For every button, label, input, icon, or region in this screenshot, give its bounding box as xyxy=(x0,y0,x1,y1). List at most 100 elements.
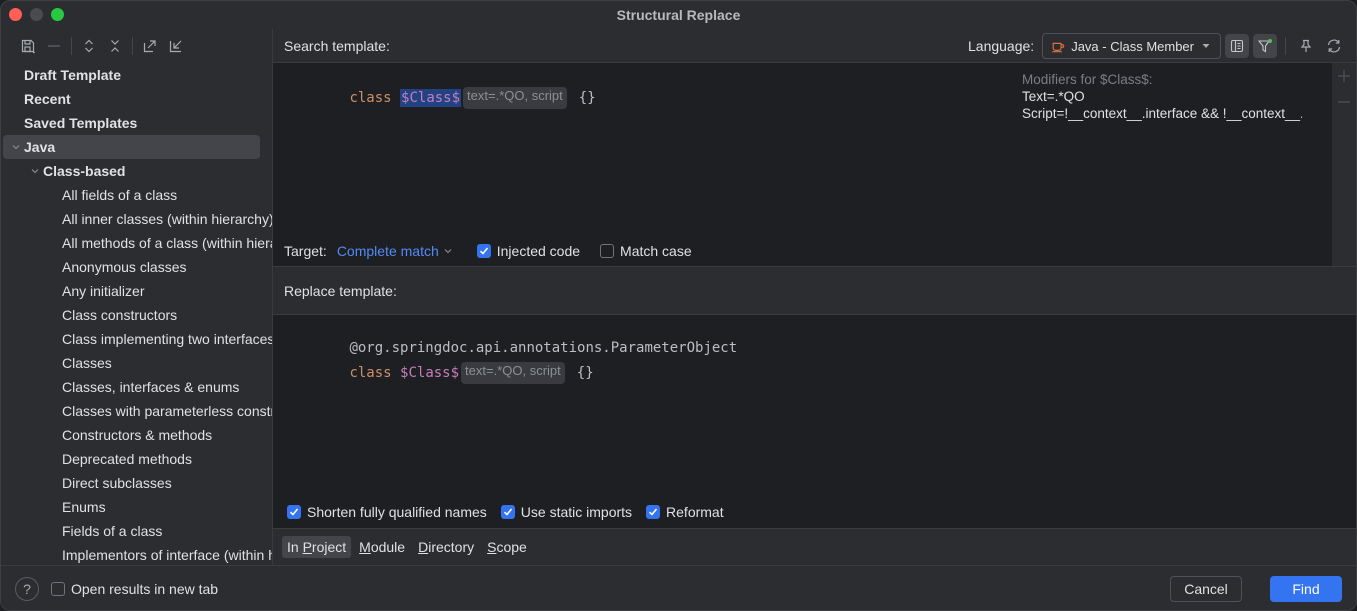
tree-item[interactable]: Deprecated methods xyxy=(1,447,272,471)
tree-item-label: Draft Template xyxy=(24,67,121,83)
refresh-icon[interactable] xyxy=(1322,34,1346,58)
tree-item[interactable]: All fields of a class xyxy=(1,183,272,207)
tree-item-label: Recent xyxy=(24,91,71,107)
tree-item-label: Java xyxy=(24,139,56,155)
scope-tab-text: In xyxy=(287,539,303,555)
close-window-button[interactable] xyxy=(9,8,22,21)
checkbox-unchecked-icon[interactable] xyxy=(600,243,615,258)
toggle-filter-panel-icon[interactable] xyxy=(1225,34,1249,58)
match-case-checkbox[interactable]: Match case xyxy=(600,243,692,259)
modifiers-panel: Modifiers for $Class$: Text=.*QO Script=… xyxy=(1022,71,1302,122)
remove-modifier-icon[interactable] xyxy=(1337,95,1351,109)
tree-item[interactable]: Implementors of interface (within hierar… xyxy=(1,543,272,565)
tree-item-label: All methods of a class (within hierarchy… xyxy=(62,235,272,251)
maximize-window-button[interactable] xyxy=(51,8,64,21)
toolbar-separator xyxy=(132,37,133,55)
search-template-header: Search template: Language: Java - Class … xyxy=(273,29,1356,63)
import-icon[interactable] xyxy=(163,33,189,59)
code-variable[interactable]: $Class$ xyxy=(400,89,462,107)
collapse-all-icon[interactable] xyxy=(102,33,128,59)
tree-item[interactable]: Anonymous classes xyxy=(1,255,272,279)
minimize-window-button[interactable] xyxy=(30,8,43,21)
replace-template-header: Replace template: xyxy=(273,266,1356,315)
help-button[interactable]: ? xyxy=(15,577,39,601)
tree-item[interactable]: Enums xyxy=(1,495,272,519)
tree-item[interactable]: Classes xyxy=(1,351,272,375)
pin-icon[interactable] xyxy=(1294,34,1318,58)
checkbox-checked-icon[interactable] xyxy=(500,504,515,519)
variable-filter-hint[interactable]: text=.*QO, script xyxy=(461,362,565,384)
reformat-checkbox[interactable]: Reformat xyxy=(646,504,724,520)
static-imports-label: Use static imports xyxy=(520,503,633,520)
expand-all-icon[interactable] xyxy=(76,33,102,59)
export-icon[interactable] xyxy=(137,33,163,59)
checkbox-checked-icon[interactable] xyxy=(287,504,301,519)
remove-icon[interactable] xyxy=(41,33,67,59)
scope-tab[interactable]: Directory xyxy=(413,536,479,558)
dropdown-arrow-icon xyxy=(1202,44,1210,48)
code-keyword: class xyxy=(349,90,392,106)
tree-item[interactable]: Direct subclasses xyxy=(1,471,272,495)
tree-item[interactable]: All methods of a class (within hierarchy… xyxy=(1,231,272,255)
target-select[interactable]: Complete match xyxy=(337,243,453,259)
tree-item-label: Enums xyxy=(62,499,106,515)
variable-filter-hint[interactable]: text=.*QO, script xyxy=(463,87,567,109)
tree-item[interactable]: Any initializer xyxy=(1,279,272,303)
checkbox-unchecked-icon[interactable] xyxy=(51,582,65,596)
scope-tab[interactable]: Scope xyxy=(482,536,532,558)
tree-item[interactable]: Class-based xyxy=(1,159,272,183)
replace-template-label: Replace template: xyxy=(284,282,397,299)
tree-item[interactable]: Draft Template xyxy=(1,63,272,87)
tree-item-label: Deprecated methods xyxy=(62,451,192,467)
scope-tab[interactable]: In Project xyxy=(282,536,352,558)
tree-item-label: Constructors & methods xyxy=(62,427,213,443)
code-variable[interactable]: $Class$ xyxy=(400,365,459,381)
scope-tab-text: odule xyxy=(370,539,406,555)
language-value: Java - Class Member xyxy=(1071,38,1194,54)
window-controls xyxy=(9,8,64,21)
tree-item[interactable]: All inner classes (within hierarchy) xyxy=(1,207,272,231)
tree-item-label: Implementors of interface (within hierar… xyxy=(62,547,272,563)
save-icon[interactable] xyxy=(15,33,41,59)
tree-item-label: All inner classes (within hierarchy) xyxy=(62,211,272,227)
add-modifier-icon[interactable] xyxy=(1337,69,1351,83)
tree-item[interactable]: Constructors & methods xyxy=(1,423,272,447)
chevron-down-icon[interactable] xyxy=(9,142,23,152)
injected-code-checkbox[interactable]: Injected code xyxy=(476,243,580,259)
replace-code-line-2: class $Class$ text=.*QO, script {} xyxy=(282,346,594,400)
find-button[interactable]: Find xyxy=(1270,576,1342,602)
templates-tree: Draft Template Recent Saved Templates Java C… xyxy=(1,63,272,565)
scope-tab[interactable]: Module xyxy=(354,536,410,558)
search-template-label: Search template: xyxy=(284,37,390,54)
window-title: Structural Replace xyxy=(616,7,741,23)
modifier-script[interactable]: Script=!__context__.interface && !__cont… xyxy=(1022,105,1302,122)
checkbox-checked-icon[interactable] xyxy=(476,243,491,258)
filter-icon[interactable] xyxy=(1253,34,1277,58)
dialog-footer: ? Open results in new tab Cancel Find xyxy=(1,565,1356,610)
modifier-text[interactable]: Text=.*QO xyxy=(1022,88,1302,105)
structural-replace-dialog: Structural Replace Draft Template Recent… xyxy=(0,0,1357,611)
shorten-names-checkbox[interactable]: Shorten fully qualified names xyxy=(287,504,487,520)
tree-item[interactable]: Classes, interfaces & enums xyxy=(1,375,272,399)
tree-item[interactable]: Java xyxy=(1,135,272,159)
tree-item[interactable]: Recent xyxy=(1,87,272,111)
chevron-down-icon[interactable] xyxy=(28,166,42,176)
checkbox-checked-icon[interactable] xyxy=(646,504,661,519)
tree-item[interactable]: Saved Templates xyxy=(1,111,272,135)
language-controls: Language: Java - Class Member xyxy=(968,33,1346,59)
cancel-button[interactable]: Cancel xyxy=(1170,576,1242,602)
open-new-tab-checkbox[interactable]: Open results in new tab xyxy=(51,581,218,597)
replace-template-editor[interactable]: @org.springdoc.api.annotations.Parameter… xyxy=(273,315,1356,495)
tree-item[interactable]: Class implementing two interfaces xyxy=(1,327,272,351)
tree-item[interactable]: Classes with parameterless constructors xyxy=(1,399,272,423)
java-cup-icon xyxy=(1052,42,1065,53)
static-imports-checkbox[interactable]: Use static imports xyxy=(500,503,633,520)
tree-item-label: Class constructors xyxy=(62,307,178,323)
tree-item[interactable]: Class constructors xyxy=(1,303,272,327)
code-keyword: class xyxy=(349,365,392,381)
tree-item-label: Any initializer xyxy=(62,283,145,299)
tree-item[interactable]: Fields of a class xyxy=(1,519,272,543)
language-select[interactable]: Java - Class Member xyxy=(1042,33,1221,59)
open-new-tab-label: Open results in new tab xyxy=(71,581,219,597)
scope-tab-mnemonic: M xyxy=(359,539,371,555)
